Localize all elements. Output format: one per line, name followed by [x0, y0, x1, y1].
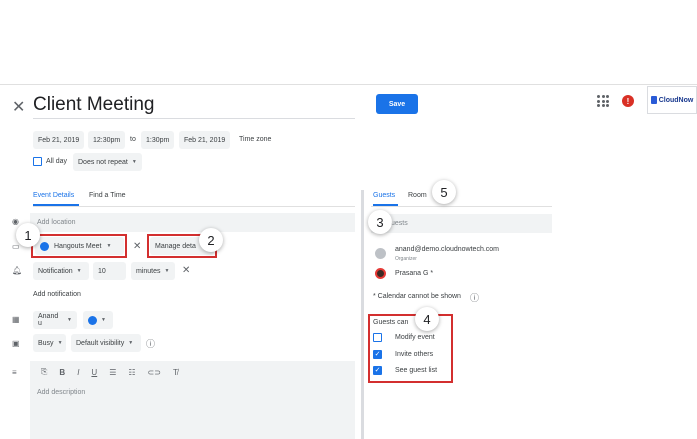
tab-find-a-time[interactable]: Find a Time	[89, 192, 126, 199]
color-dot-icon	[88, 315, 97, 325]
save-button[interactable]: Save	[376, 94, 418, 114]
location-pin-icon: ◉	[12, 217, 19, 226]
logo-text: CloudNow	[658, 96, 694, 104]
manage-label: Manage deta	[155, 242, 196, 250]
logo-mark-icon	[650, 96, 657, 104]
busy-select[interactable]: Busy ▼	[33, 334, 66, 352]
briefcase-icon: ▣	[12, 339, 20, 348]
italic-icon[interactable]: I	[77, 368, 79, 377]
notification-unit-select[interactable]: minutes ▼	[131, 262, 175, 280]
repeat-value: Does not repeat	[78, 158, 128, 166]
callout-badge-4: 4	[415, 307, 439, 331]
bell-icon: 🔔︎	[12, 266, 23, 275]
tab-guests[interactable]: Guests	[373, 192, 395, 199]
busy-value: Busy	[38, 339, 54, 347]
event-color-select[interactable]: ▼	[83, 311, 113, 329]
chevron-down-icon: ▼	[131, 159, 137, 165]
calendar-note: * Calendar cannot be shown	[373, 293, 461, 300]
end-time-field[interactable]: 1:30pm	[141, 131, 175, 149]
guest-name: anand@demo.cloudnowtech.com	[395, 246, 500, 253]
notification-amount-input[interactable]: 10	[93, 262, 126, 280]
repeat-select[interactable]: Does not repeat ▼	[73, 153, 142, 171]
calendar-owner-value: Anand u	[38, 313, 59, 327]
allday-label: All day	[46, 158, 68, 165]
see-guest-list-checkbox[interactable]: ✓	[373, 366, 382, 375]
hangouts-icon	[40, 241, 49, 251]
attachment-icon[interactable]: ⎘	[41, 367, 47, 377]
tab-rooms[interactable]: Room	[408, 192, 427, 199]
add-guests-placeholder: uests	[391, 220, 408, 227]
modify-event-checkbox[interactable]	[373, 333, 382, 342]
chevron-down-icon: ▼	[67, 317, 72, 323]
guest-role: Organizer	[395, 256, 417, 262]
chevron-down-icon: ▼	[76, 268, 82, 274]
bulleted-list-icon[interactable]: ☷	[128, 368, 135, 377]
header-divider	[0, 84, 697, 85]
cloudnow-logo: CloudNow	[647, 86, 697, 114]
callout-badge-1: 1	[16, 223, 40, 247]
add-notification-link[interactable]: Add notification	[33, 291, 81, 298]
notification-type-value: Notification	[38, 267, 73, 275]
chevron-down-icon: ▼	[106, 243, 112, 249]
close-icon[interactable]: ✕	[12, 97, 25, 117]
to-label: to	[130, 136, 136, 143]
timezone-link[interactable]: Time zone	[239, 136, 271, 143]
chevron-down-icon: ▼	[57, 340, 63, 346]
event-editor-page: ✕ Client Meeting Save ! CloudNow Feb 21,…	[0, 0, 697, 439]
start-time-field[interactable]: 12:30pm	[88, 131, 126, 149]
conference-select[interactable]: Hangouts Meet ▼	[35, 237, 124, 255]
guest-avatar	[375, 268, 386, 279]
start-date-field[interactable]: Feb 21, 2019	[33, 131, 85, 149]
chevron-down-icon: ▼	[101, 317, 106, 323]
tab-event-details[interactable]: Event Details	[33, 192, 74, 199]
notification-unit-value: minutes	[136, 267, 161, 275]
chevron-down-icon: ▼	[164, 268, 170, 274]
apps-grid-icon[interactable]	[597, 95, 609, 107]
help-icon[interactable]: ⓘ	[470, 291, 479, 304]
panel-divider	[361, 190, 364, 439]
callout-badge-3: 3	[368, 210, 392, 234]
guest-avatar	[375, 248, 386, 259]
event-title-input[interactable]: Client Meeting	[33, 94, 154, 116]
tabs-divider	[33, 206, 355, 207]
alert-icon[interactable]: !	[622, 95, 634, 107]
permission-label: Invite others	[395, 351, 434, 358]
end-date-field[interactable]: Feb 21, 2019	[179, 131, 231, 149]
remove-notification-icon[interactable]: ✕	[182, 265, 190, 276]
permissions-title: Guests can	[373, 319, 409, 326]
location-placeholder: Add location	[37, 219, 76, 226]
description-placeholder: Add description	[37, 389, 86, 396]
conference-value: Hangouts Meet	[54, 242, 102, 250]
right-tabs-divider	[371, 206, 552, 207]
permission-label: Modify event	[395, 334, 435, 341]
calendar-icon: ▦	[12, 315, 20, 324]
invite-others-checkbox[interactable]: ✓	[373, 350, 382, 359]
bold-icon[interactable]: B	[59, 368, 65, 377]
permission-label: See guest list	[395, 367, 438, 374]
help-icon[interactable]: ⓘ	[146, 337, 155, 350]
visibility-value: Default visibility	[76, 339, 125, 347]
notification-type-select[interactable]: Notification ▼	[33, 262, 89, 280]
location-field[interactable]	[30, 213, 355, 232]
callout-badge-2: 2	[199, 228, 223, 252]
calendar-owner-select[interactable]: Anand u ▼	[33, 311, 77, 329]
allday-checkbox[interactable]	[33, 157, 42, 166]
clear-format-icon[interactable]: T̸	[173, 368, 178, 377]
callout-badge-5: 5	[432, 180, 456, 204]
guest-name: Prasana G *	[395, 270, 434, 277]
visibility-select[interactable]: Default visibility ▼	[71, 334, 141, 352]
chevron-down-icon: ▼	[128, 340, 134, 346]
numbered-list-icon[interactable]: ☰	[109, 368, 116, 377]
format-toolbar: ⎘ B I U ☰ ☷ ⊂⊃ T̸	[41, 367, 178, 377]
underline-icon[interactable]: U	[91, 368, 97, 377]
remove-conference-icon[interactable]: ✕	[133, 241, 141, 252]
link-icon[interactable]: ⊂⊃	[148, 368, 161, 377]
title-underline	[33, 118, 355, 119]
description-icon: ≡	[12, 368, 17, 377]
